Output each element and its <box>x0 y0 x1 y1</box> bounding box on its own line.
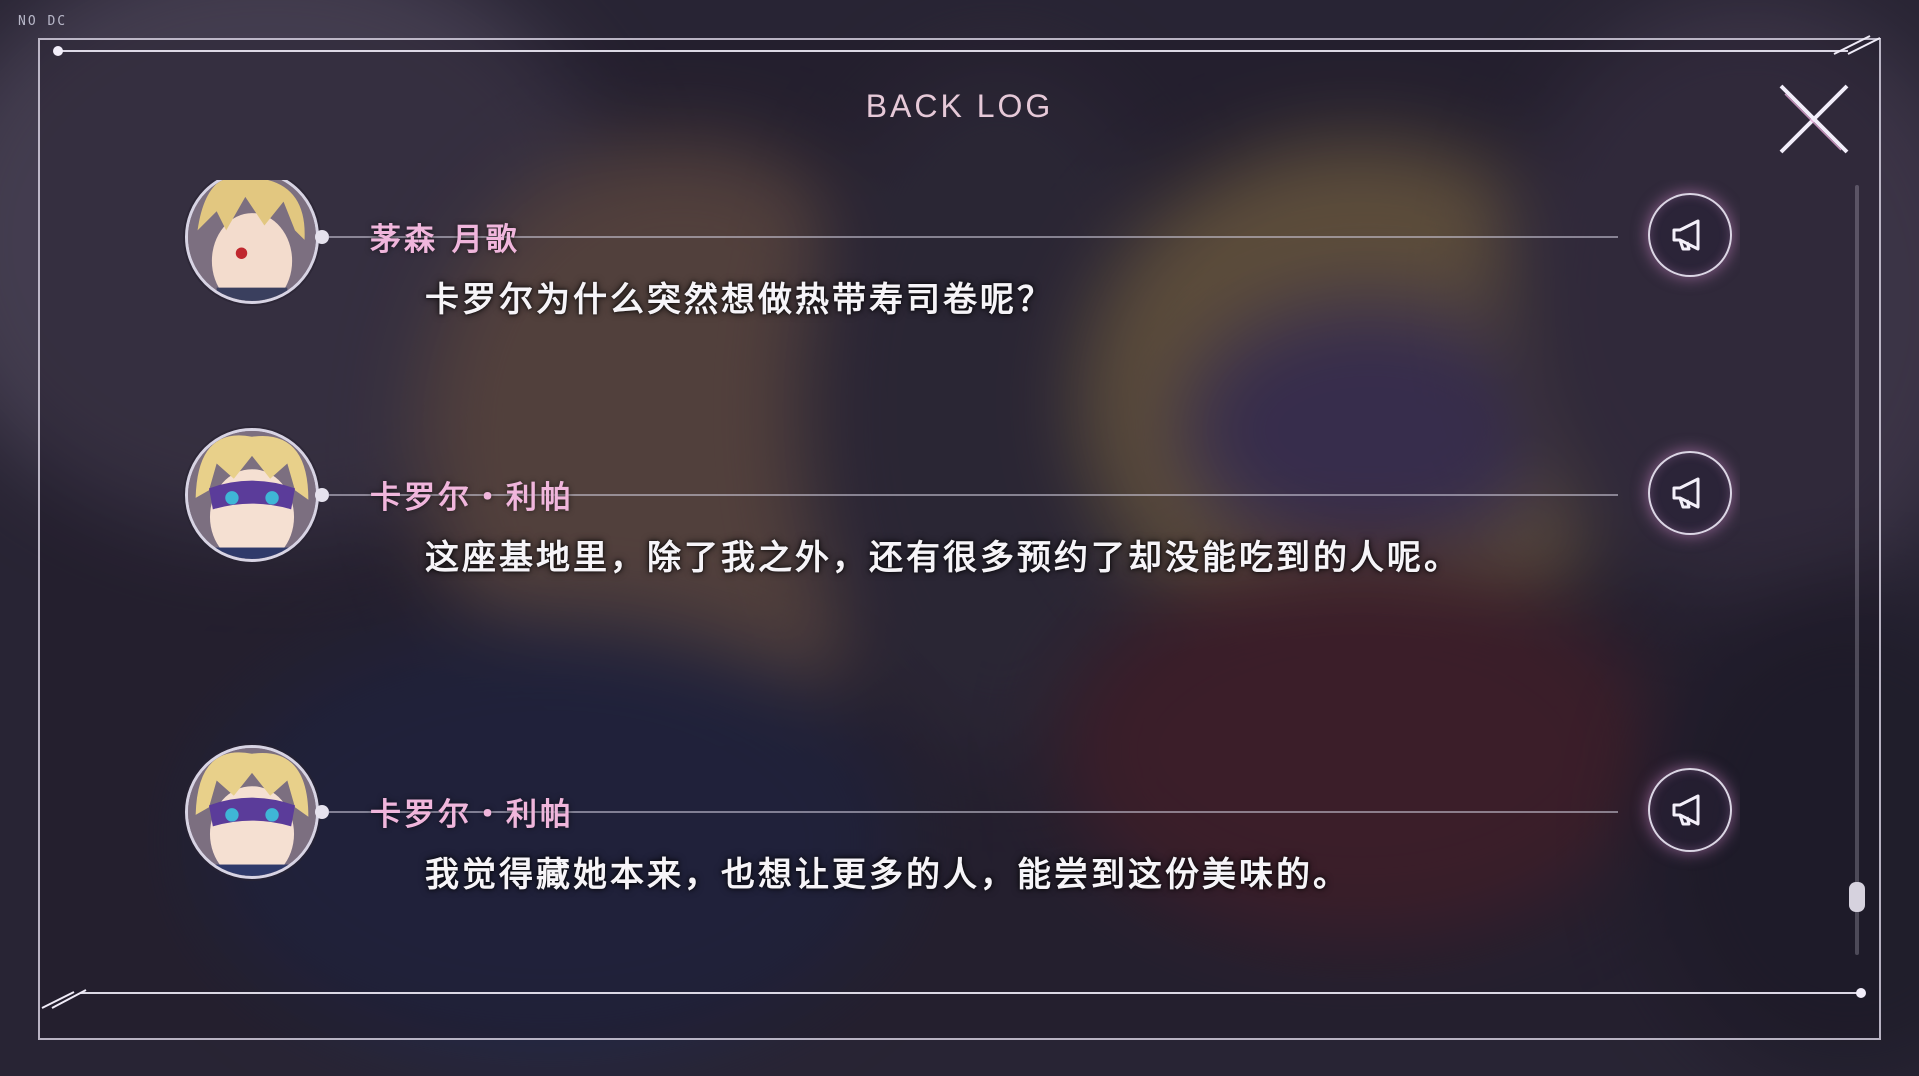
connector-dot <box>315 230 329 244</box>
speaker-name: 卡罗尔・利帕 <box>370 480 574 516</box>
megaphone-icon <box>1672 219 1700 251</box>
frame-top-line <box>58 50 1848 52</box>
avatar-masked-blonde <box>185 745 319 879</box>
scrollbar-track[interactable] <box>1855 185 1859 955</box>
log-entry: 茅森 月歌 卡罗尔为什么突然想做热带寿司卷呢？ <box>150 180 1740 320</box>
frame-bottom-line <box>80 992 1862 994</box>
close-x-icon <box>1779 84 1849 154</box>
speaker-name: 茅森 月歌 <box>370 222 520 258</box>
voice-replay-button[interactable] <box>1648 451 1732 535</box>
dialogue-text: 这座基地里，除了我之外，还有很多预约了却没能吃到的人呢。 <box>425 538 1461 578</box>
avatar-blond-red-eye <box>185 180 319 304</box>
dialogue-text: 卡罗尔为什么突然想做热带寿司卷呢？ <box>425 280 1054 320</box>
scrollbar-thumb[interactable] <box>1849 882 1865 912</box>
frame-corner-accent-bottom <box>41 989 87 1009</box>
close-button[interactable] <box>1775 80 1853 158</box>
frame-corner-accent-top <box>1833 35 1881 55</box>
backlog-list[interactable]: 茅森 月歌 卡罗尔为什么突然想做热带寿司卷呢？ 卡罗尔・利帕 这座基地里，除了我… <box>150 180 1740 980</box>
voice-replay-button[interactable] <box>1648 768 1732 852</box>
log-entry: 卡罗尔・利帕 我觉得藏她本来，也想让更多的人，能尝到这份美味的。 <box>150 745 1740 895</box>
connector-dot <box>315 488 329 502</box>
frame-dot-bottom-right <box>1856 988 1866 998</box>
dialogue-text: 我觉得藏她本来，也想让更多的人，能尝到这份美味的。 <box>425 855 1350 895</box>
corner-tag: NO DC <box>18 14 68 29</box>
megaphone-icon <box>1672 794 1700 826</box>
avatar-masked-blonde <box>185 428 319 562</box>
log-entry: 卡罗尔・利帕 这座基地里，除了我之外，还有很多预约了却没能吃到的人呢。 <box>150 428 1740 578</box>
speaker-name: 卡罗尔・利帕 <box>370 797 574 833</box>
megaphone-icon <box>1672 477 1700 509</box>
frame-dot-top-left <box>53 46 63 56</box>
backlog-title: BACK LOG <box>865 88 1054 124</box>
connector-dot <box>315 805 329 819</box>
voice-replay-button[interactable] <box>1648 193 1732 277</box>
